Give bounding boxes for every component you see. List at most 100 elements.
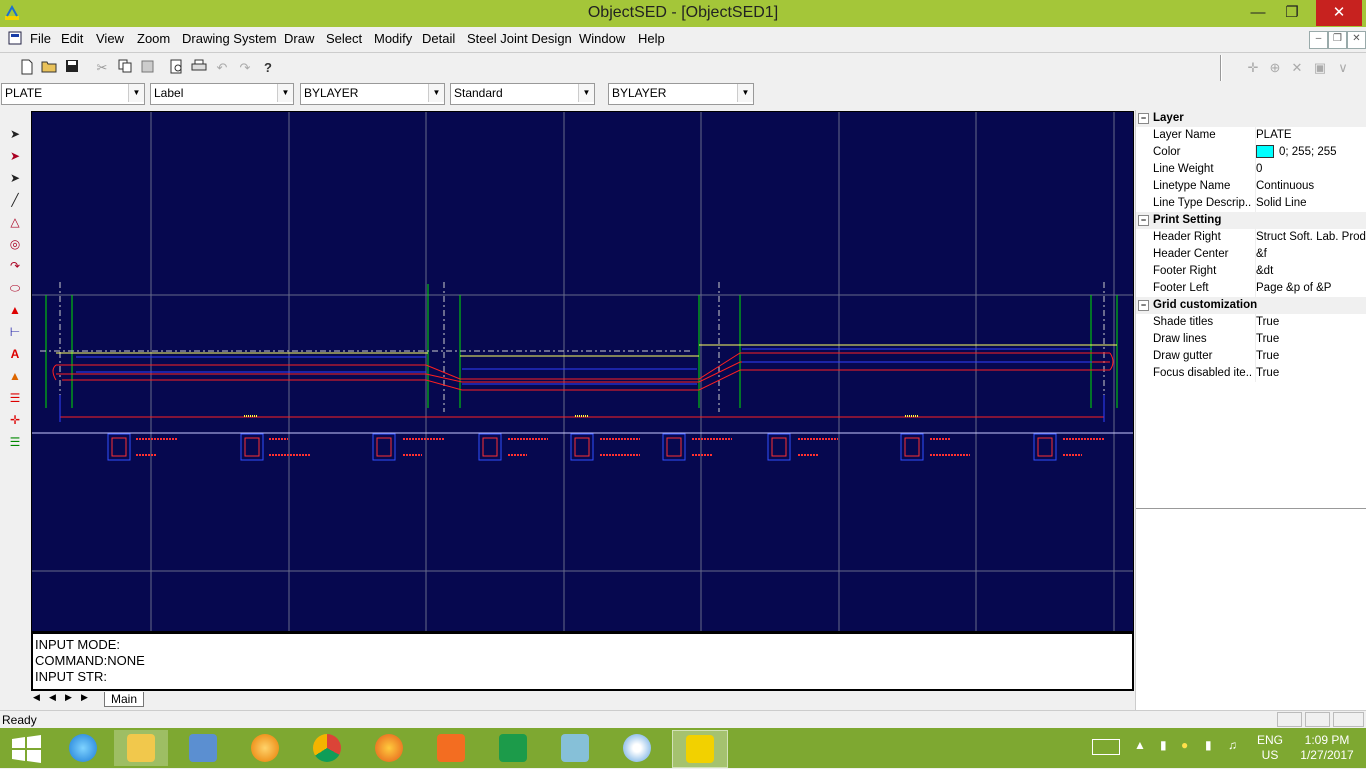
chevron-down-icon[interactable]: ▼ xyxy=(128,84,144,102)
signal-icon[interactable]: ▮ xyxy=(1205,738,1212,752)
print-preview-icon[interactable] xyxy=(167,59,185,77)
select-cross-icon[interactable]: ➤ xyxy=(5,169,25,187)
chrome-icon[interactable] xyxy=(300,730,354,766)
copy-icon[interactable] xyxy=(116,59,134,77)
lineweight-select[interactable]: BYLAYER ▼ xyxy=(608,83,754,105)
pattern-icon[interactable]: ☰ xyxy=(5,389,25,407)
snap-tool-3-icon[interactable]: ✕ xyxy=(1288,59,1306,77)
mdi-restore-button[interactable]: ❐ xyxy=(1328,31,1347,49)
prop-row[interactable]: Footer Right &dt xyxy=(1136,263,1366,280)
doc-icon[interactable] xyxy=(8,31,22,45)
volume-icon[interactable]: ♫ xyxy=(1228,738,1237,752)
snap-tool-1-icon[interactable]: ✛ xyxy=(1244,59,1262,77)
menu-view[interactable]: View xyxy=(96,31,124,46)
last-tab-icon[interactable]: ▶ xyxy=(81,692,88,703)
prop-row[interactable]: Header Center &f xyxy=(1136,246,1366,263)
show-hidden-icon[interactable]: ▲ xyxy=(1134,738,1146,752)
linetype-select[interactable]: BYLAYER ▼ xyxy=(300,83,445,105)
chevron-down-icon[interactable]: ▼ xyxy=(277,84,293,102)
select-window-icon[interactable]: ➤ xyxy=(5,147,25,165)
collapse-icon[interactable]: − xyxy=(1138,215,1149,226)
command-input-string[interactable]: INPUT STR: xyxy=(35,669,1130,685)
textstyle-select[interactable]: Standard ▼ xyxy=(450,83,595,105)
text-icon[interactable]: A xyxy=(5,345,25,363)
select-arrow-icon[interactable]: ➤ xyxy=(5,125,25,143)
battery-icon[interactable]: ▮ xyxy=(1160,738,1167,752)
objectsed-taskbar-icon[interactable] xyxy=(672,730,728,768)
save-icon[interactable] xyxy=(63,59,81,77)
snap-tool-2-icon[interactable]: ⊕ xyxy=(1266,59,1284,77)
internet-explorer-icon[interactable] xyxy=(56,730,110,766)
menu-window[interactable]: Window xyxy=(579,31,625,46)
category-grid-customization[interactable]: − Grid customization xyxy=(1136,297,1366,314)
label-select[interactable]: Label ▼ xyxy=(150,83,294,105)
restore-button[interactable]: ❐ xyxy=(1270,0,1314,26)
prop-row[interactable]: Shade titles True xyxy=(1136,314,1366,331)
tab-main[interactable]: Main xyxy=(104,692,145,707)
line-icon[interactable]: ╱ xyxy=(5,191,25,209)
prop-row[interactable]: Linetype Name Continuous xyxy=(1136,178,1366,195)
mdi-minimize-button[interactable]: – xyxy=(1309,31,1328,49)
collapse-icon[interactable]: − xyxy=(1138,300,1149,311)
hatch-icon[interactable]: ▲ xyxy=(5,301,25,319)
open-icon[interactable] xyxy=(40,59,58,77)
control-panel-icon[interactable] xyxy=(176,730,230,766)
category-layer[interactable]: − Layer xyxy=(1136,110,1366,127)
prop-row[interactable]: Focus disabled ite... True xyxy=(1136,365,1366,382)
prop-row[interactable]: Draw gutter True xyxy=(1136,348,1366,365)
point-icon[interactable]: ✛ xyxy=(5,411,25,429)
menu-detail[interactable]: Detail xyxy=(422,31,455,46)
uc-browser-icon[interactable] xyxy=(424,730,478,766)
prop-row[interactable]: Line Weight 0 xyxy=(1136,161,1366,178)
ellipse-icon[interactable]: ⬭ xyxy=(5,279,25,297)
menu-zoom[interactable]: Zoom xyxy=(137,31,170,46)
sync-icon[interactable]: ● xyxy=(1181,738,1188,752)
keyboard-icon[interactable] xyxy=(1092,739,1120,755)
language-indicator[interactable]: ENG US xyxy=(1256,733,1284,763)
prop-row[interactable]: Draw lines True xyxy=(1136,331,1366,348)
new-icon[interactable] xyxy=(18,59,36,77)
menu-drawing-system[interactable]: Drawing System xyxy=(182,31,277,46)
circle-icon[interactable]: ◎ xyxy=(5,235,25,253)
start-button[interactable] xyxy=(0,730,54,766)
print-icon[interactable] xyxy=(190,59,208,77)
clock[interactable]: 1:09 PM 1/27/2017 xyxy=(1292,733,1362,763)
menu-edit[interactable]: Edit xyxy=(61,31,83,46)
prop-row[interactable]: Footer Left Page &p of &P xyxy=(1136,280,1366,297)
collapse-icon[interactable]: − xyxy=(1138,113,1149,124)
cut-icon[interactable]: ✂ xyxy=(93,59,111,77)
menu-modify[interactable]: Modify xyxy=(374,31,412,46)
chevron-down-icon[interactable]: ▼ xyxy=(578,84,594,102)
polyline-icon[interactable]: △ xyxy=(5,213,25,231)
store-icon[interactable] xyxy=(486,730,540,766)
arc-icon[interactable]: ↷ xyxy=(5,257,25,275)
paint-icon[interactable] xyxy=(610,730,664,766)
firefox-icon[interactable] xyxy=(362,730,416,766)
category-print-setting[interactable]: − Print Setting xyxy=(1136,212,1366,229)
drawing-canvas[interactable] xyxy=(31,111,1134,632)
paste-icon[interactable] xyxy=(139,59,157,77)
chevron-down-icon[interactable]: ▼ xyxy=(737,84,753,102)
redo-icon[interactable]: ↷ xyxy=(236,59,254,77)
help-icon[interactable]: ? xyxy=(259,59,277,77)
menu-help[interactable]: Help xyxy=(638,31,665,46)
close-button[interactable]: ✕ xyxy=(1316,0,1362,26)
prop-row[interactable]: Color 0; 255; 255 xyxy=(1136,144,1366,161)
prop-row[interactable]: Header Right Struct Soft. Lab. Prod... xyxy=(1136,229,1366,246)
snap-tool-5-icon[interactable]: ∨ xyxy=(1334,59,1352,77)
undo-icon[interactable]: ↶ xyxy=(213,59,231,77)
menu-steel-joint-design[interactable]: Steel Joint Design xyxy=(467,31,572,46)
first-tab-icon[interactable]: ◀ xyxy=(33,692,40,703)
block-icon[interactable]: ▲ xyxy=(5,367,25,385)
command-window[interactable]: INPUT MODE: COMMAND:NONE INPUT STR: xyxy=(31,632,1134,691)
menu-draw[interactable]: Draw xyxy=(284,31,314,46)
orange-app-icon[interactable] xyxy=(238,730,292,766)
prev-tab-icon[interactable]: ◀ xyxy=(49,692,56,703)
prop-row[interactable]: Layer Name PLATE xyxy=(1136,127,1366,144)
next-tab-icon[interactable]: ▶ xyxy=(65,692,72,703)
menu-select[interactable]: Select xyxy=(326,31,362,46)
snap-tool-4-icon[interactable]: ▣ xyxy=(1311,59,1329,77)
mdi-close-button[interactable]: ✕ xyxy=(1347,31,1366,49)
dimension-icon[interactable]: ⊢ xyxy=(5,323,25,341)
leader-icon[interactable]: ☰ xyxy=(5,433,25,451)
